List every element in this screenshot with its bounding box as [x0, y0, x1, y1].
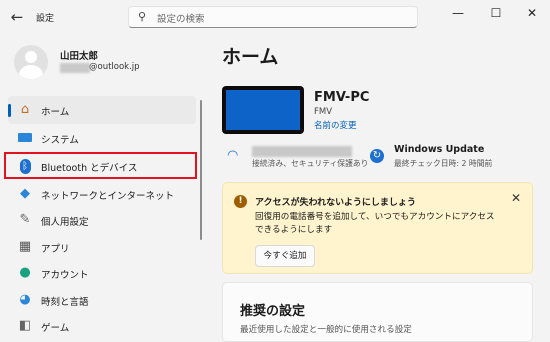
sidebar-item-gaming[interactable]: ◧ ゲーム	[8, 312, 196, 340]
update-icon: ↻	[370, 149, 384, 163]
add-now-button[interactable]: 今すぐ追加	[255, 245, 315, 267]
personalization-icon: ✎	[19, 212, 31, 227]
recommended-title: 推奨の設定	[240, 304, 306, 319]
alert-title: アクセスが失われないようにしましょう	[255, 198, 416, 208]
close-icon[interactable]: ✕	[511, 191, 521, 205]
network-status: 接続済み、セキュリティ保護あり	[252, 159, 369, 168]
accounts-icon: ●	[19, 265, 31, 280]
avatar[interactable]	[14, 45, 48, 79]
app-title: 設定	[36, 14, 55, 24]
time-language-icon: ◕	[19, 292, 31, 307]
page-title: ホーム	[222, 46, 279, 68]
minimize-button[interactable]: —	[440, 0, 476, 28]
wifi-icon: ◠	[227, 148, 239, 163]
gaming-icon: ◧	[18, 318, 32, 333]
email-redacted	[60, 63, 90, 73]
user-email: @outlook.jp	[89, 62, 140, 72]
search-placeholder: 設定の検索	[157, 14, 205, 25]
alert-body: 回復用の電話番号を追加して、いつでもアカウントにアクセスできるようにします	[255, 212, 495, 235]
sidebar-item-personalization[interactable]: ✎ 個人用設定	[8, 206, 196, 234]
rename-link[interactable]: 名前の変更	[314, 119, 357, 131]
device-model: FMV	[314, 107, 333, 117]
home-icon: ⌂	[20, 102, 30, 117]
sidebar-item-time-language[interactable]: ◕ 時刻と言語	[8, 286, 196, 314]
device-name: FMV-PC	[314, 90, 370, 105]
recommended-subtitle: 最近使用した設定と一般的に使用される設定	[240, 325, 412, 335]
close-window-button[interactable]: ✕	[514, 0, 550, 28]
search-icon: ⚲	[138, 10, 147, 23]
sidebar-item-apps[interactable]: ▦ アプリ	[8, 233, 196, 261]
network-icon: ◆	[20, 186, 30, 201]
sidebar-item-home[interactable]: ⌂ ホーム	[8, 96, 196, 124]
sidebar-item-accounts[interactable]: ● アカウント	[8, 259, 196, 287]
sidebar-item-system[interactable]: システム	[8, 124, 196, 152]
back-arrow-icon[interactable]: ←	[6, 7, 28, 27]
apps-icon: ▦	[18, 239, 32, 254]
search-input[interactable]: ⚲ 設定の検索	[128, 6, 418, 28]
warning-icon: !	[234, 195, 247, 208]
highlight-box	[4, 152, 197, 179]
user-name: 山田太郎	[60, 51, 99, 62]
device-image	[222, 86, 304, 134]
system-icon	[17, 130, 33, 146]
sidebar-item-network[interactable]: ◆ ネットワークとインターネット	[8, 180, 196, 208]
account-alert: ! アクセスが失われないようにしましょう 回復用の電話番号を追加して、いつでもア…	[222, 182, 533, 274]
sidebar-scrollbar[interactable]	[200, 100, 202, 240]
maximize-button[interactable]: ☐	[478, 0, 514, 28]
update-last-check: 最終チェック日時: 2 時間前	[394, 159, 493, 168]
network-name-redacted	[252, 146, 352, 157]
update-title[interactable]: Windows Update	[394, 144, 484, 155]
